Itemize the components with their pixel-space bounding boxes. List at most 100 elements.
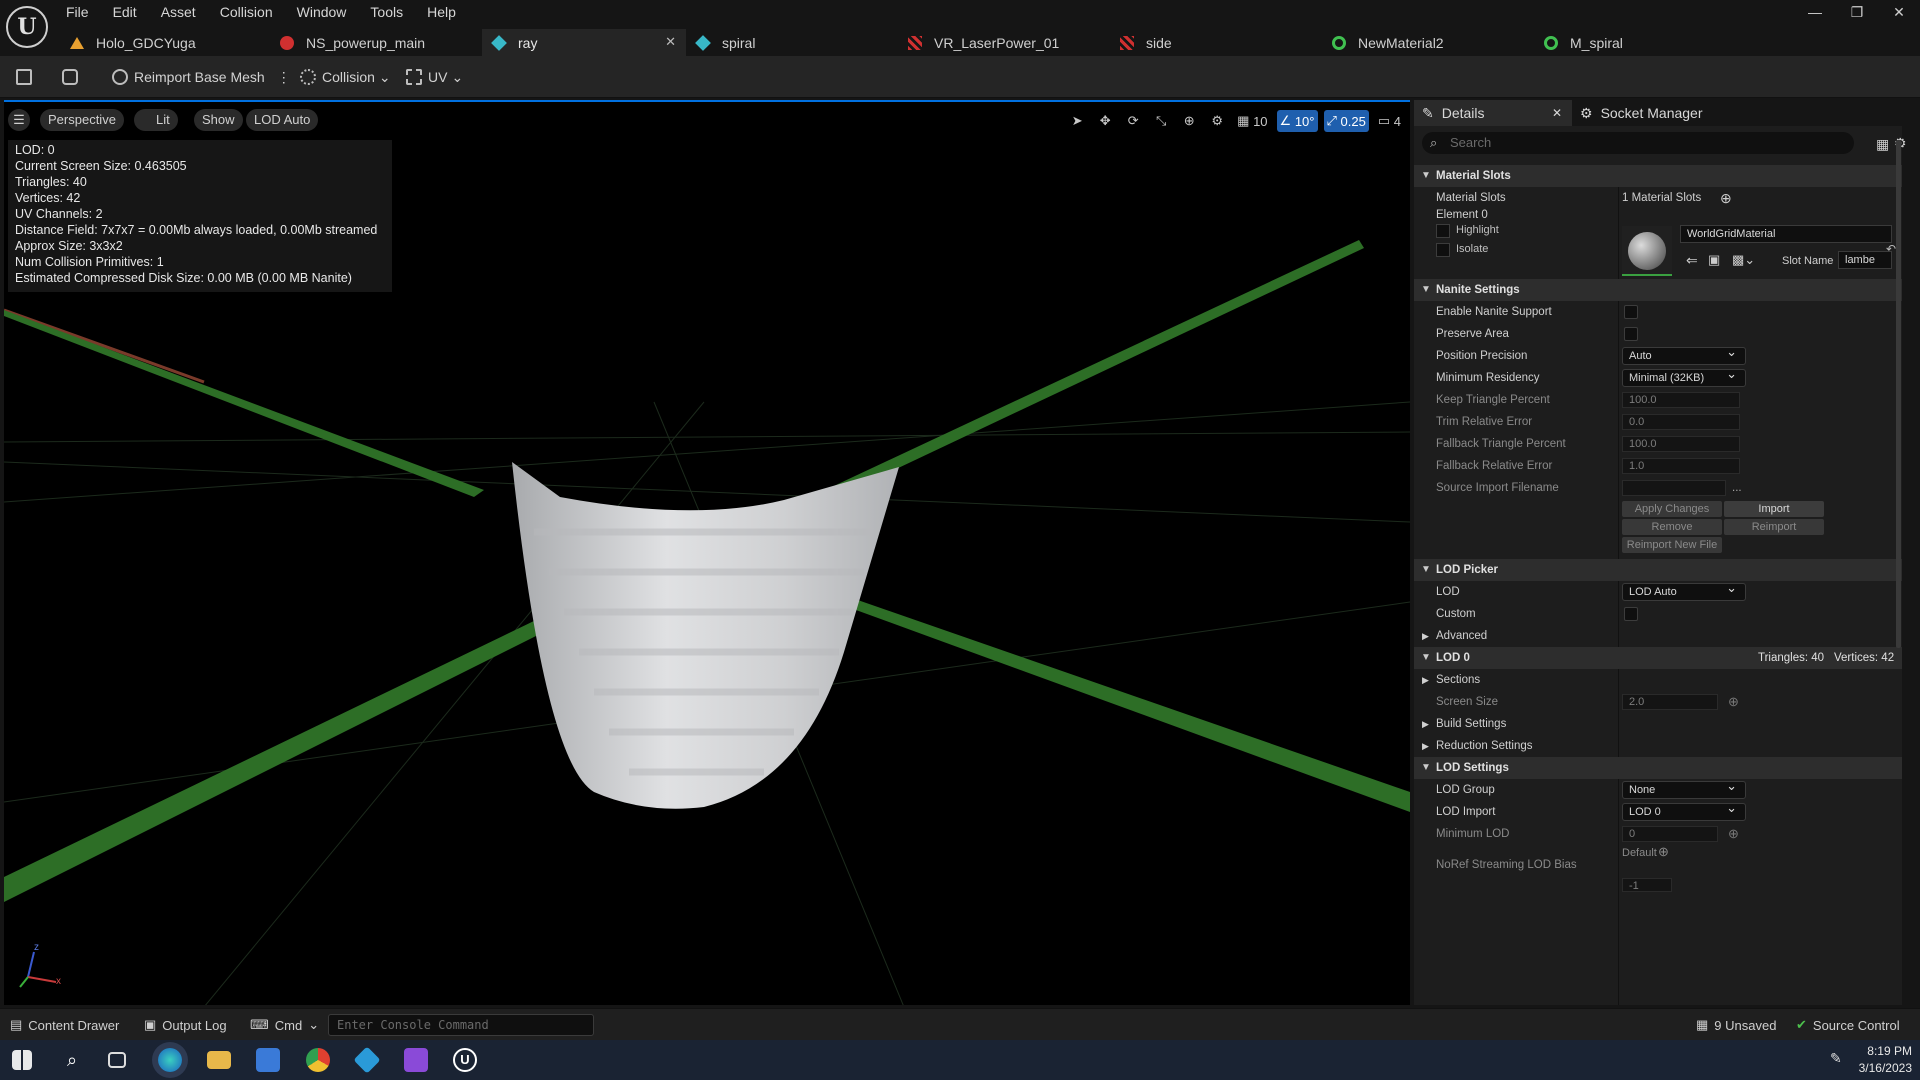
viewport-menu-button[interactable]: ☰: [8, 109, 30, 131]
system-clock[interactable]: 8:19 PM 3/16/2023: [1859, 1043, 1912, 1077]
screen-size-input[interactable]: 2.0: [1622, 694, 1718, 710]
tab-ns-powerup-main[interactable]: NS_powerup_main: [270, 29, 482, 56]
scale-tool-icon[interactable]: ⤡: [1150, 110, 1172, 132]
apply-changes-button[interactable]: Apply Changes: [1622, 501, 1722, 517]
search-taskbar-icon[interactable]: ⌕: [60, 1048, 84, 1072]
camera-speed-button[interactable]: ▭ 4: [1375, 110, 1404, 132]
row-reduction-settings[interactable]: ▶ Reduction Settings: [1414, 735, 1902, 757]
minimum-residency-dropdown[interactable]: Minimal (32KB): [1622, 366, 1746, 387]
section-nanite-settings[interactable]: ▼ Nanite Settings: [1414, 279, 1902, 301]
tab-socket-manager[interactable]: ⚙ Socket Manager: [1572, 100, 1711, 126]
lit-button[interactable]: Lit: [134, 109, 178, 131]
task-view-icon[interactable]: [108, 1052, 126, 1068]
show-button[interactable]: Show: [194, 109, 243, 131]
lod-auto-button[interactable]: LOD Auto: [246, 109, 319, 131]
highlight-checkbox[interactable]: [1436, 224, 1450, 238]
close-window-button[interactable]: ✕: [1878, 4, 1920, 21]
unsaved-button[interactable]: ▦ 9 Unsaved: [1696, 1017, 1776, 1033]
row-sections[interactable]: ▶ Sections: [1414, 669, 1902, 691]
visual-studio-icon[interactable]: [404, 1048, 428, 1072]
app-icon[interactable]: [353, 1046, 381, 1074]
section-material-slots[interactable]: ▼ Material Slots: [1414, 165, 1902, 187]
trim-error-input[interactable]: 0.0: [1622, 414, 1740, 430]
section-lod-picker[interactable]: ▼ LOD Picker: [1414, 559, 1902, 581]
close-tab-icon[interactable]: ✕: [665, 34, 676, 50]
scale-snap-button[interactable]: ⤢ 0.25: [1323, 110, 1369, 132]
browse-button[interactable]: [62, 65, 84, 89]
fallback-error-input[interactable]: 1.0: [1622, 458, 1740, 474]
details-scrollbar[interactable]: [1896, 140, 1901, 648]
uv-dropdown[interactable]: UV ⌄: [406, 65, 463, 89]
store-icon[interactable]: [256, 1048, 280, 1072]
surface-snap-icon[interactable]: ⚙: [1206, 110, 1228, 132]
remove-button[interactable]: Remove: [1622, 519, 1722, 535]
unreal-taskbar-icon[interactable]: U: [453, 1048, 477, 1072]
file-explorer-icon[interactable]: [207, 1051, 231, 1069]
lod-group-dropdown[interactable]: None: [1622, 778, 1746, 799]
section-lod-settings[interactable]: ▼ LOD Settings: [1414, 757, 1902, 779]
tab-newmaterial2[interactable]: NewMaterial2: [1322, 29, 1534, 56]
details-search-input[interactable]: ⌕ Search: [1422, 132, 1854, 154]
perspective-button[interactable]: Perspective: [40, 109, 124, 131]
menu-window[interactable]: Window: [297, 3, 359, 21]
lod-dropdown[interactable]: LOD Auto: [1622, 580, 1746, 601]
menu-asset[interactable]: Asset: [161, 3, 208, 21]
isolate-checkbox[interactable]: [1436, 243, 1450, 257]
add-icon[interactable]: ⊕: [1728, 691, 1739, 713]
tab-ray[interactable]: ray ✕: [482, 29, 686, 56]
fallback-triangle-input[interactable]: 100.0: [1622, 436, 1740, 452]
menu-collision[interactable]: Collision: [220, 3, 285, 21]
edge-browser-icon[interactable]: [158, 1048, 182, 1072]
save-button[interactable]: [16, 65, 38, 89]
tab-spiral[interactable]: spiral: [686, 29, 898, 56]
tab-side[interactable]: side: [1110, 29, 1322, 56]
import-button[interactable]: Import: [1724, 501, 1824, 517]
row-build-settings[interactable]: ▶ Build Settings: [1414, 713, 1902, 735]
section-lod0[interactable]: ▼ LOD 0 Triangles: 40 Vertices: 42: [1414, 647, 1902, 669]
restore-button[interactable]: ❐: [1836, 4, 1878, 21]
menu-help[interactable]: Help: [427, 3, 468, 21]
angle-snap-button[interactable]: ∠ 10°: [1276, 110, 1318, 132]
tab-details[interactable]: ✎ Details ✕: [1414, 100, 1572, 126]
console-command-input[interactable]: Enter Console Command: [328, 1014, 594, 1036]
move-tool-icon[interactable]: ✥: [1094, 110, 1116, 132]
menu-tools[interactable]: Tools: [370, 3, 415, 21]
reimport-base-mesh-button[interactable]: Reimport Base Mesh ⋮: [112, 65, 291, 89]
row-advanced[interactable]: ▶ Advanced: [1414, 625, 1902, 647]
browse-file-button[interactable]: ...: [1732, 477, 1742, 499]
source-control-button[interactable]: ✔ Source Control: [1796, 1017, 1900, 1033]
preserve-area-checkbox[interactable]: [1624, 327, 1638, 341]
collision-dropdown[interactable]: Collision ⌄: [300, 65, 391, 89]
noref-bias-input[interactable]: -1: [1622, 878, 1672, 892]
slot-name-input[interactable]: lambe: [1838, 251, 1892, 269]
keep-triangle-input[interactable]: 100.0: [1622, 392, 1740, 408]
lod-import-dropdown[interactable]: LOD 0: [1622, 800, 1746, 821]
content-drawer-button[interactable]: ▤ Content Drawer: [10, 1017, 119, 1033]
menu-file[interactable]: File: [66, 3, 101, 21]
table-view-icon[interactable]: ▦: [1876, 136, 1889, 153]
output-log-button[interactable]: ▣ Output Log: [144, 1017, 227, 1033]
reimport-new-file-button[interactable]: Reimport New File: [1622, 537, 1722, 553]
add-icon[interactable]: ⊕: [1728, 823, 1739, 845]
cmd-dropdown[interactable]: ⌨ Cmd ⌄: [250, 1017, 319, 1033]
world-local-icon[interactable]: ⊕: [1178, 110, 1200, 132]
enable-nanite-checkbox[interactable]: [1624, 305, 1638, 319]
close-details-icon[interactable]: ✕: [1552, 106, 1562, 120]
reimport-button[interactable]: Reimport: [1724, 519, 1824, 535]
source-import-input[interactable]: [1622, 480, 1726, 496]
menu-edit[interactable]: Edit: [113, 3, 149, 21]
material-thumbnail[interactable]: [1622, 226, 1672, 276]
minimize-button[interactable]: —: [1794, 4, 1836, 21]
tab-holo-gdcyuga[interactable]: Holo_GDCYuga: [60, 29, 270, 56]
viewport[interactable]: z x ☰ Perspective Lit Show LOD Auto LOD:…: [4, 100, 1410, 1005]
unreal-logo-icon[interactable]: U: [6, 6, 48, 48]
mesh-ray[interactable]: [512, 462, 899, 809]
material-asset-field[interactable]: WorldGridMaterial: [1680, 225, 1892, 243]
tab-vr-laserpower[interactable]: VR_LaserPower_01: [898, 29, 1110, 56]
pen-icon[interactable]: ✎: [1830, 1050, 1842, 1067]
use-selected-icon[interactable]: ⇐: [1686, 252, 1698, 269]
windows-start-icon[interactable]: [12, 1050, 32, 1070]
custom-checkbox[interactable]: [1624, 607, 1638, 621]
grid-snap-button[interactable]: ▦ 10: [1234, 110, 1270, 132]
select-tool-icon[interactable]: ➤: [1066, 110, 1088, 132]
